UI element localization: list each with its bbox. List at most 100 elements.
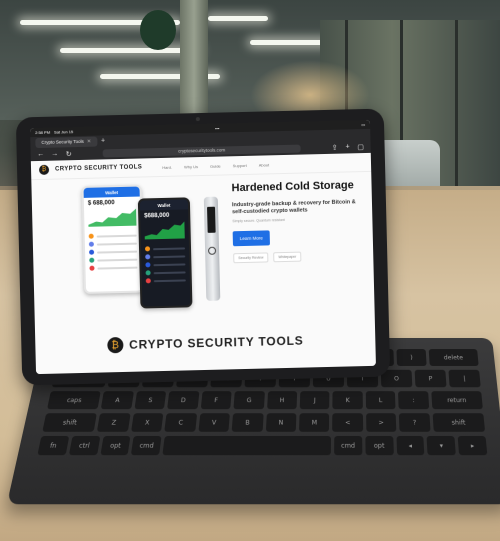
security-review-button[interactable]: Security Review — [233, 252, 269, 264]
keyboard-key[interactable]: opt — [99, 435, 131, 456]
keyboard-key[interactable]: ▾ — [426, 435, 457, 456]
logo-icon: ₿ — [106, 336, 124, 354]
keyboard-key[interactable]: N — [265, 413, 297, 432]
nav-item[interactable]: Support — [233, 162, 247, 167]
coin-icon — [89, 249, 95, 255]
coin-icon — [89, 265, 95, 271]
arrow-left-icon[interactable]: ← — [37, 151, 45, 158]
logo-icon[interactable]: ₿ — [38, 164, 50, 175]
site-nav: Hard. Why Us Guide Support About — [162, 162, 269, 170]
keyboard-row: fn ctrl opt cmd cmd opt ◂ ▾ ▸ — [37, 435, 488, 456]
list-item — [89, 265, 138, 271]
keyboard-key[interactable]: delete — [428, 349, 479, 366]
list-item — [144, 245, 186, 252]
keyboard-key[interactable]: Z — [97, 413, 131, 432]
keyboard-key[interactable]: caps — [47, 391, 102, 410]
plant — [140, 10, 176, 50]
secondary-buttons: Security Review Whitepaper — [233, 251, 363, 264]
list-item — [145, 261, 186, 268]
hero-subtitle: Industry-grade backup & recovery for Bit… — [231, 198, 356, 216]
site-logo-text[interactable]: CRYPTO SECURITY TOOLS — [55, 164, 142, 172]
phone-mockup-light: Wallet $ 688,000 — [81, 184, 145, 294]
keyboard-key[interactable]: shift — [432, 413, 486, 432]
space-key[interactable] — [162, 435, 332, 456]
keyboard-key[interactable]: return — [430, 391, 483, 410]
nav-item[interactable]: Hard. — [162, 164, 172, 169]
tab-title: Crypto Security Tools — [41, 138, 84, 145]
keyboard-key[interactable]: J — [299, 391, 330, 410]
keyboard-key[interactable]: ) — [396, 349, 427, 366]
keyboard-key[interactable]: A — [101, 391, 134, 410]
bitcoin-icon — [144, 246, 151, 252]
learn-more-button[interactable]: Learn More — [232, 230, 271, 247]
keyboard-key[interactable]: | — [448, 369, 481, 388]
nav-item[interactable]: About — [259, 162, 270, 167]
web-page: ₿ CRYPTO SECURITY TOOLS Hard. Why Us Gui… — [30, 152, 376, 375]
balance-chart — [88, 208, 137, 227]
list-item — [89, 257, 138, 263]
coin-icon — [89, 257, 95, 263]
share-icon[interactable]: ⇪ — [331, 143, 339, 151]
list-item — [145, 277, 186, 284]
keyboard-key[interactable]: K — [332, 391, 363, 410]
bitcoin-icon — [88, 233, 94, 239]
list-item — [88, 241, 137, 247]
nav-item[interactable]: Why Us — [184, 164, 198, 169]
list-item — [88, 233, 137, 239]
keyboard-key[interactable]: ? — [399, 413, 431, 432]
plus-icon[interactable]: + — [101, 137, 105, 144]
keyboard-key[interactable]: M — [298, 413, 330, 432]
keyboard-key[interactable]: > — [365, 413, 397, 432]
footer-logo-text: CRYPTO SECURITY TOOLS — [128, 333, 304, 352]
keyboard-key[interactable]: ctrl — [68, 435, 100, 456]
keyboard-key[interactable]: G — [233, 391, 265, 410]
keyboard-key[interactable]: X — [130, 413, 164, 432]
keyboard-key[interactable]: V — [198, 413, 230, 432]
pillar — [180, 0, 208, 120]
keyboard-key[interactable]: opt — [365, 435, 394, 456]
keyboard-key[interactable]: O — [380, 369, 413, 388]
browser-tab[interactable]: Crypto Security Tools ✕ — [35, 136, 98, 148]
phone-balance: $688,000 — [144, 212, 170, 220]
keyboard-key[interactable]: S — [134, 391, 167, 410]
list-item — [89, 249, 138, 255]
phone-balance: $ 688,000 — [87, 200, 115, 207]
whitepaper-button[interactable]: Whitepaper — [273, 252, 302, 263]
tabs-icon[interactable]: ▢ — [356, 143, 364, 151]
keyboard-key[interactable]: L — [365, 391, 396, 410]
keyboard-key[interactable]: P — [414, 369, 447, 388]
ceiling-light — [60, 48, 200, 53]
keyboard-key[interactable]: ◂ — [396, 435, 425, 456]
close-icon[interactable]: ✕ — [87, 138, 91, 144]
hardware-wallet — [203, 196, 221, 301]
status-time: 2:58 PM — [35, 129, 51, 136]
keyboard-key[interactable]: : — [398, 391, 429, 410]
toolbar-icons: ⇪ + ▢ — [331, 143, 365, 152]
balance-chart — [144, 221, 185, 240]
keyboard-key[interactable]: cmd — [334, 435, 363, 456]
arrow-right-icon[interactable]: → — [51, 150, 59, 158]
list-item — [145, 253, 186, 260]
keyboard-key[interactable]: H — [266, 391, 298, 410]
plus-icon[interactable]: + — [344, 143, 352, 151]
keyboard-key[interactable]: F — [200, 391, 232, 410]
multitask-dots[interactable]: ••• — [215, 126, 219, 131]
keyboard-key[interactable]: shift — [42, 413, 98, 432]
keyboard-key[interactable]: D — [167, 391, 200, 410]
keyboard-key[interactable]: cmd — [131, 435, 162, 456]
hardware-wallet-button — [207, 246, 217, 255]
nav-item[interactable]: Guide — [210, 163, 221, 168]
reload-icon[interactable]: ↻ — [65, 150, 73, 158]
keyboard-row: shift Z X C V B N M < >? shift — [42, 413, 486, 432]
keyboard-key[interactable]: B — [231, 413, 264, 432]
keyboard-row: caps A S D F G H J K L: return — [47, 391, 483, 410]
coin-icon — [145, 278, 151, 284]
footer-logo: ₿ CRYPTO SECURITY TOOLS — [35, 331, 375, 355]
phone-mockup-dark: Wallet $688,000 — [137, 197, 193, 309]
keyboard-key[interactable]: C — [164, 413, 197, 432]
keyboard-key[interactable]: ▸ — [457, 435, 488, 456]
hero-title: Hardened Cold Storage — [231, 179, 354, 195]
keyboard-key[interactable]: fn — [37, 435, 70, 456]
url-text: cryptosecuritytools.com — [178, 147, 226, 154]
keyboard-key[interactable]: < — [332, 413, 363, 432]
